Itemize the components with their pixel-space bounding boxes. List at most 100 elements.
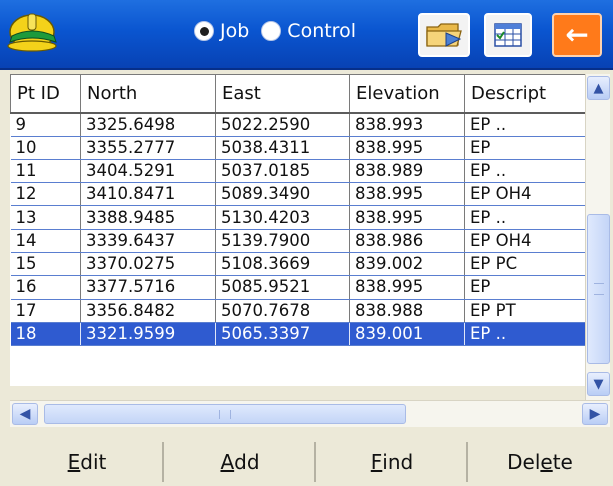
action-bar: Edit Add Find Del e te: [0, 430, 613, 486]
table-header-row: Pt ID North East Elevation Descript: [10, 74, 585, 114]
cell-description[interactable]: EP ..: [464, 112, 585, 137]
cell-north[interactable]: 3325.6498: [80, 112, 216, 137]
cell-ptid[interactable]: 13: [10, 205, 81, 230]
table-row[interactable]: 17 3356.8482 5070.7678 838.988 EP PT: [10, 299, 585, 323]
cell-north[interactable]: 3404.5291: [80, 159, 216, 184]
cell-description[interactable]: EP OH4: [464, 182, 585, 207]
cell-description[interactable]: EP PC: [464, 252, 585, 277]
cell-description[interactable]: EP: [464, 275, 585, 300]
cell-elevation[interactable]: 838.989: [349, 159, 465, 184]
column-header-north[interactable]: North: [80, 74, 216, 114]
cell-description[interactable]: EP ..: [464, 322, 585, 347]
cell-description[interactable]: EP OH4: [464, 229, 585, 253]
table-view-button[interactable]: [484, 13, 532, 57]
column-header-ptid[interactable]: Pt ID: [10, 74, 81, 114]
radio-control[interactable]: Control: [261, 20, 356, 42]
cell-east[interactable]: 5037.0185: [215, 159, 350, 184]
cell-elevation[interactable]: 838.993: [349, 112, 465, 137]
back-button[interactable]: ←: [552, 13, 602, 57]
radio-job[interactable]: Job: [194, 20, 249, 42]
cell-ptid[interactable]: 15: [10, 252, 81, 277]
edit-button-mnemonic: E: [67, 450, 81, 474]
table-row[interactable]: 10 3355.2777 5038.4311 838.995 EP: [10, 136, 585, 160]
cell-east[interactable]: 5085.9521: [215, 275, 350, 300]
cell-east[interactable]: 5108.3669: [215, 252, 350, 277]
vertical-scrollbar[interactable]: ▲ ▼: [585, 74, 610, 400]
open-folder-button[interactable]: [418, 13, 470, 57]
radio-job-label: Job: [220, 20, 250, 42]
radio-control-dot[interactable]: [261, 21, 282, 41]
scroll-down-button[interactable]: ▼: [587, 372, 610, 396]
cell-east[interactable]: 5065.3397: [215, 322, 350, 347]
cell-north[interactable]: 3388.9485: [80, 205, 216, 230]
add-button-label: dd: [234, 450, 260, 474]
cell-elevation[interactable]: 838.995: [349, 205, 465, 230]
horizontal-scrollbar[interactable]: ◀ ▶: [10, 400, 610, 427]
cell-elevation[interactable]: 839.001: [349, 322, 465, 347]
cell-east[interactable]: 5139.7900: [215, 229, 350, 253]
cell-north[interactable]: 3370.0275: [80, 252, 216, 277]
cell-description[interactable]: EP ..: [464, 205, 585, 230]
cell-ptid[interactable]: 16: [10, 275, 81, 300]
points-table: Pt ID North East Elevation Descript 9 332…: [10, 74, 585, 386]
table-row[interactable]: 13 3388.9485 5130.4203 838.995 EP ..: [10, 205, 585, 230]
scroll-right-button[interactable]: ▶: [582, 403, 608, 425]
cell-east[interactable]: 5089.3490: [215, 182, 350, 207]
cell-north[interactable]: 3377.5716: [80, 275, 216, 300]
table-row[interactable]: 18 3321.9599 5065.3397 839.001 EP ..: [10, 322, 585, 347]
cell-ptid[interactable]: 12: [10, 182, 81, 207]
cell-description[interactable]: EP: [464, 136, 585, 160]
cell-elevation[interactable]: 838.995: [349, 182, 465, 207]
find-button-mnemonic: F: [370, 450, 383, 474]
chevron-left-icon: ◀: [19, 406, 31, 422]
edit-button[interactable]: Edit: [12, 442, 164, 482]
cell-ptid[interactable]: 17: [10, 299, 81, 323]
cell-north[interactable]: 3355.2777: [80, 136, 216, 160]
scroll-left-button[interactable]: ◀: [12, 403, 38, 425]
cell-east[interactable]: 5070.7678: [215, 299, 350, 323]
grip-icon: [219, 410, 231, 419]
cell-ptid[interactable]: 10: [10, 136, 81, 160]
table-row[interactable]: 9 3325.6498 5022.2590 838.993 EP ..: [10, 112, 585, 137]
cell-elevation[interactable]: 838.995: [349, 136, 465, 160]
vertical-scroll-thumb[interactable]: [587, 214, 610, 364]
table-row[interactable]: 11 3404.5291 5037.0185 838.989 EP ..: [10, 159, 585, 184]
cell-east[interactable]: 5130.4203: [215, 205, 350, 230]
cell-elevation[interactable]: 838.995: [349, 275, 465, 300]
cell-north[interactable]: 3410.8471: [80, 182, 216, 207]
cell-north[interactable]: 3339.6437: [80, 229, 216, 253]
cell-ptid[interactable]: 14: [10, 229, 81, 253]
cell-elevation[interactable]: 838.988: [349, 299, 465, 323]
cell-ptid[interactable]: 9: [10, 112, 81, 137]
column-header-east[interactable]: East: [215, 74, 350, 114]
cell-ptid[interactable]: 18: [10, 322, 81, 347]
chevron-down-icon: ▼: [593, 376, 604, 392]
column-header-elevation[interactable]: Elevation: [349, 74, 465, 114]
delete-button-label-end: te: [552, 450, 573, 474]
cell-elevation[interactable]: 839.002: [349, 252, 465, 277]
cell-description[interactable]: EP PT: [464, 299, 585, 323]
add-button-mnemonic: A: [220, 450, 235, 474]
delete-button-mnemonic: e: [540, 450, 553, 474]
cell-north[interactable]: 3321.9599: [80, 322, 216, 347]
delete-button[interactable]: Del e te: [470, 442, 610, 482]
cell-east[interactable]: 5022.2590: [215, 112, 350, 137]
horizontal-scroll-thumb[interactable]: [44, 404, 406, 424]
table-row[interactable]: 16 3377.5716 5085.9521 838.995 EP: [10, 275, 585, 300]
table-row[interactable]: 12 3410.8471 5089.3490 838.995 EP OH4: [10, 182, 585, 207]
scroll-up-button[interactable]: ▲: [587, 76, 610, 100]
add-button[interactable]: Add: [166, 442, 316, 482]
cell-east[interactable]: 5038.4311: [215, 136, 350, 160]
cell-north[interactable]: 3356.8482: [80, 299, 216, 323]
radio-job-dot[interactable]: [194, 21, 214, 41]
column-header-description[interactable]: Descript: [464, 74, 585, 114]
find-button[interactable]: Find: [318, 442, 468, 482]
cell-elevation[interactable]: 838.986: [349, 229, 465, 253]
table-row[interactable]: 15 3370.0275 5108.3669 839.002 EP PC: [10, 252, 585, 277]
delete-button-label-start: Del: [507, 450, 541, 474]
job-control-radio-group: Job Control: [194, 20, 368, 42]
cell-ptid[interactable]: 11: [10, 159, 81, 184]
grip-icon: [594, 283, 604, 295]
cell-description[interactable]: EP ..: [464, 159, 585, 184]
table-row[interactable]: 14 3339.6437 5139.7900 838.986 EP OH4: [10, 229, 585, 253]
